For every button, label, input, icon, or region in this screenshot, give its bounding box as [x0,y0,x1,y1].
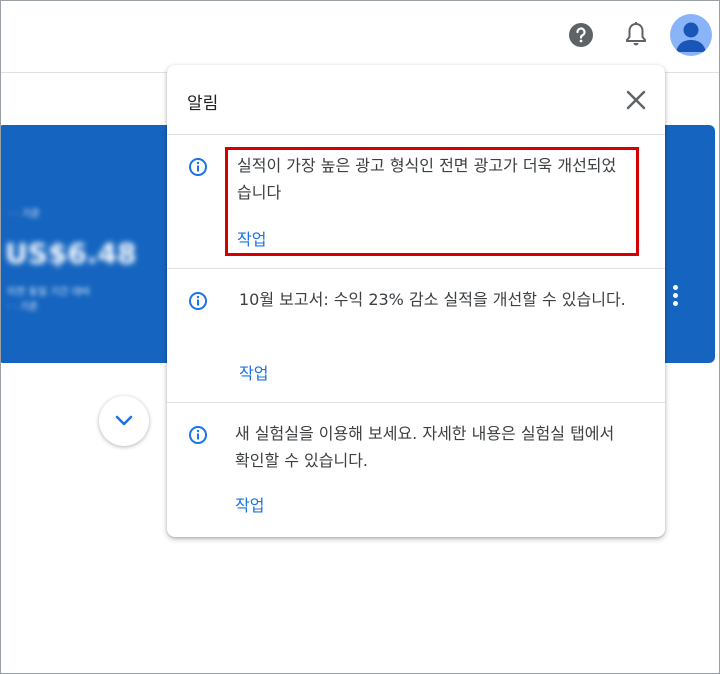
expand-button[interactable] [99,396,149,446]
earnings-note-line-1: 이전 동일 기간 대비 [7,287,91,298]
help-circle-icon[interactable] [568,22,594,48]
app-window: · · 기준 US$6.48 이전 동일 기간 대비 · · 기준 알림 실적이… [0,0,720,674]
earnings-note: 이전 동일 기간 대비 · · 기준 [7,285,90,315]
account-icon [676,22,706,52]
earnings-caption: · · 기준 [9,209,41,220]
panel-header: 알림 [167,65,665,135]
highlight-box [225,147,639,256]
notification-action-link[interactable]: 작업 [239,360,268,384]
notification-text: 새 실험실을 이용해 보세요. 자세한 내용은 실험실 탭에서 확인할 수 있습… [235,424,615,470]
account-avatar[interactable] [670,14,712,56]
top-bar [1,1,719,73]
info-icon [189,292,207,310]
earnings-amount: US$6.48 [5,237,137,270]
bell-icon[interactable] [623,21,649,49]
more-options-icon[interactable] [669,285,681,307]
close-icon[interactable] [625,89,647,111]
chevron-down-icon [115,415,133,426]
panel-title: 알림 [187,94,219,114]
notification-text: 10월 보고서: 수익 23% 감소 실적을 개선할 수 있습니다. [239,290,626,309]
notification-item: 새 실험실을 이용해 보세요. 자세한 내용은 실험실 탭에서 확인할 수 있습… [167,403,665,537]
info-icon [189,158,207,176]
notification-item: 10월 보고서: 수익 23% 감소 실적을 개선할 수 있습니다. 작업 [167,269,665,403]
info-icon [189,426,207,444]
notification-action-link[interactable]: 작업 [235,492,264,516]
earnings-note-line-2: · · 기준 [7,302,39,313]
notifications-panel: 알림 실적이 가장 높은 광고 형식인 전면 광고가 더욱 개선되었습니다 작업… [167,65,665,537]
